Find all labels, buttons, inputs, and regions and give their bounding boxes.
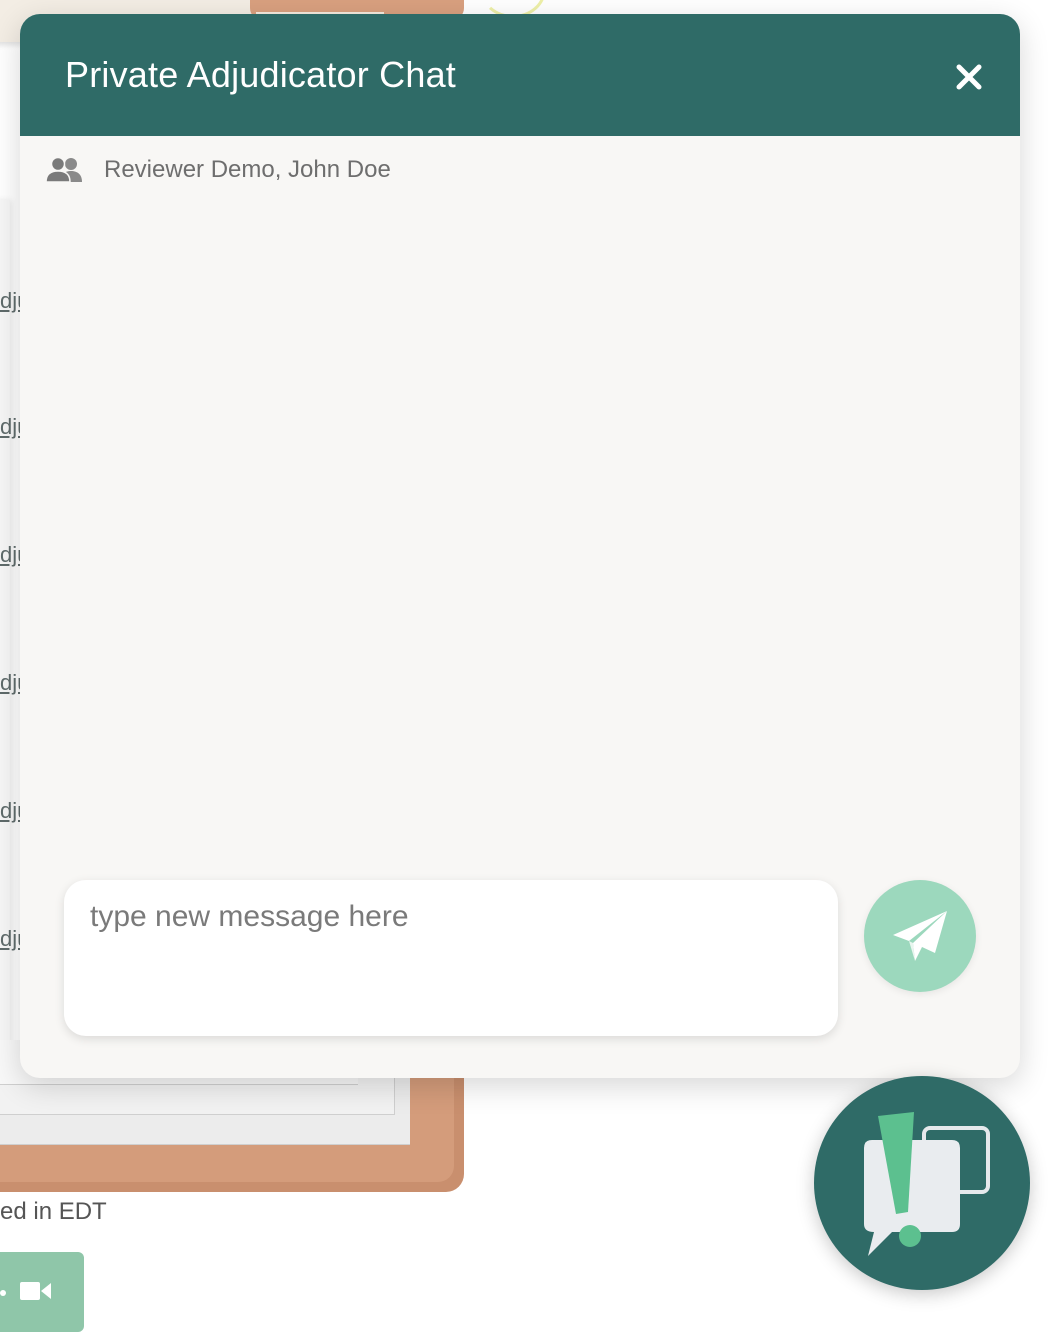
timezone-note: ed in EDT: [0, 1198, 107, 1225]
background-link[interactable]: dju: [0, 670, 20, 696]
paper-plane-icon: [893, 911, 947, 961]
chat-launcher-button[interactable]: [814, 1076, 1030, 1290]
send-button[interactable]: [864, 880, 976, 992]
close-icon: [956, 64, 982, 90]
close-button[interactable]: [954, 62, 984, 92]
users-icon: [46, 157, 82, 183]
background-link[interactable]: dju: [0, 414, 20, 440]
chat-alert-icon: [864, 1112, 990, 1256]
chat-header: Private Adjudicator Chat: [20, 14, 1020, 136]
background-link[interactable]: dju: [0, 926, 20, 952]
message-composer: [64, 880, 838, 1036]
background-link[interactable]: dju: [0, 542, 20, 568]
video-button[interactable]: [0, 1252, 84, 1332]
participants-label: Reviewer Demo, John Doe: [104, 156, 391, 183]
indicator-dot: [0, 1290, 6, 1296]
chat-title: Private Adjudicator Chat: [65, 54, 457, 95]
message-input[interactable]: [64, 880, 838, 1036]
video-camera-icon: [20, 1282, 51, 1300]
background-link[interactable]: dju: [0, 798, 20, 824]
chat-window: Private Adjudicator Chat Reviewer Demo, …: [20, 14, 1020, 1078]
participants-bar: Reviewer Demo, John Doe: [46, 156, 391, 184]
background-link[interactable]: dju: [0, 288, 20, 314]
